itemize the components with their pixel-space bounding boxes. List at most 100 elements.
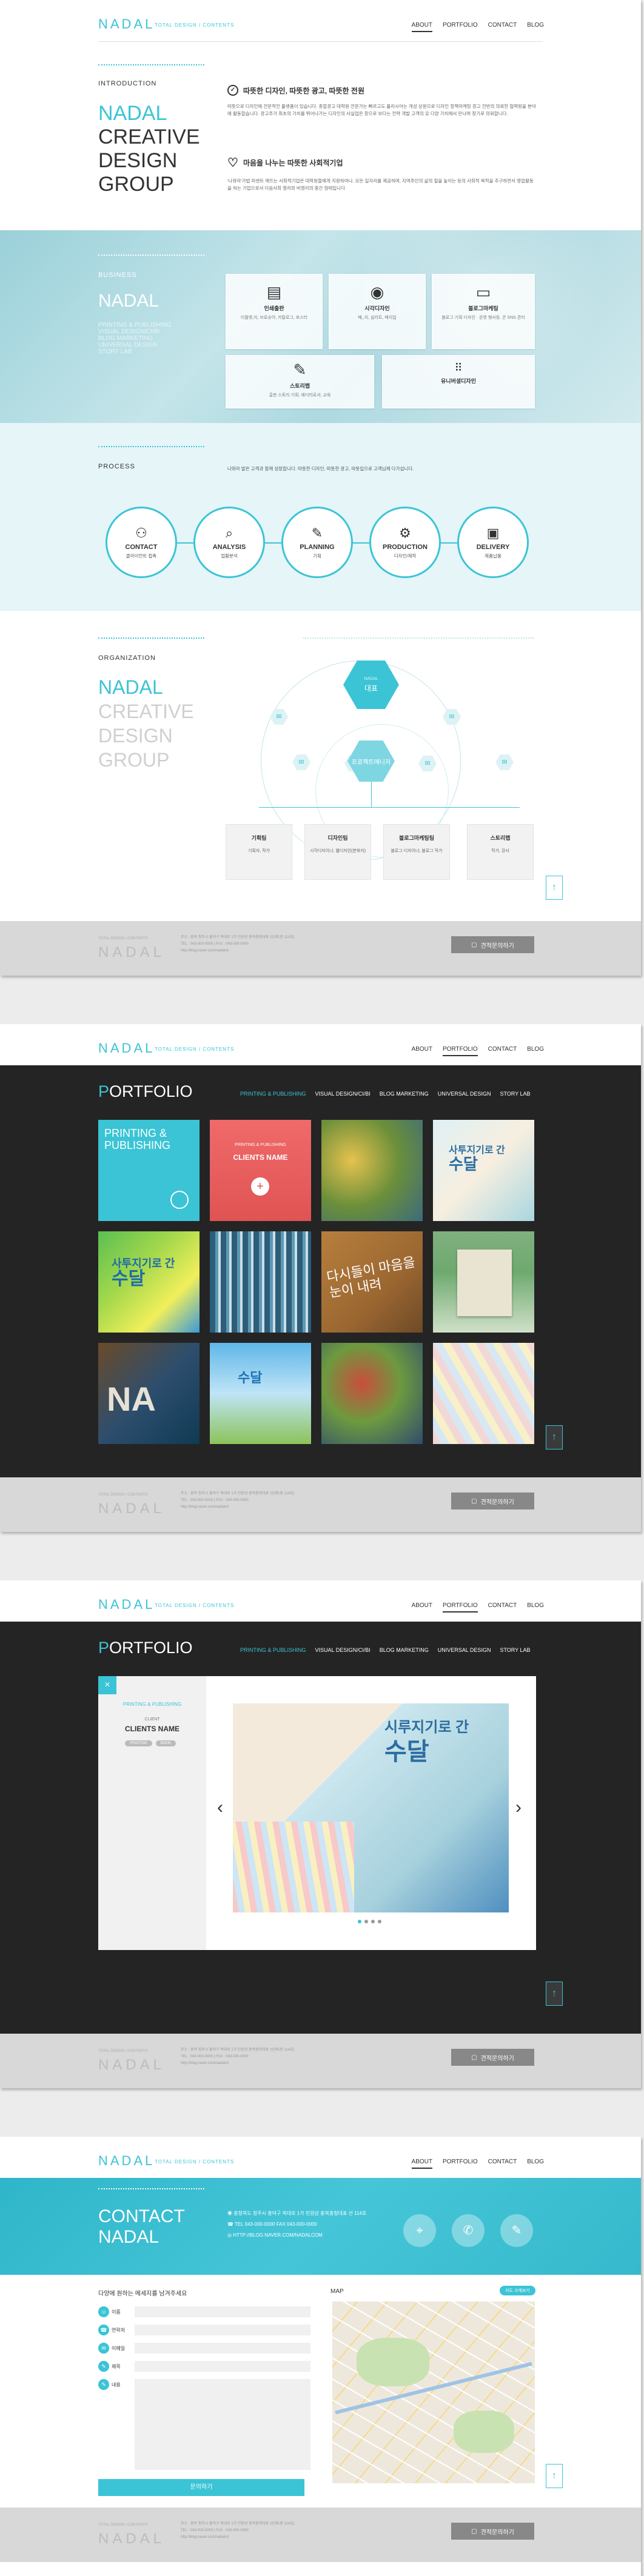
detail-tag[interactable]: PRINTING: [125, 1740, 152, 1746]
phone-icon: ☎: [227, 2222, 235, 2227]
slide-dot[interactable]: [371, 1920, 375, 1923]
category-tab[interactable]: PRINTING & PUBLISHING: [240, 1647, 306, 1653]
quote-button[interactable]: ▢ 견적문의하기: [451, 2049, 534, 2066]
nav-blog[interactable]: BLOG: [527, 2158, 544, 2169]
blog-button[interactable]: ✎: [500, 2214, 533, 2247]
nav-blog[interactable]: BLOG: [527, 1046, 544, 1056]
form-label: 연락처: [112, 2328, 126, 2333]
quote-button[interactable]: ▢ 견적문의하기: [451, 1493, 534, 1509]
step-title: PRODUCTION: [383, 544, 428, 551]
quote-button-label: 견적문의하기: [480, 1499, 514, 1506]
category-tab[interactable]: UNIVERSAL DESIGN: [438, 1647, 491, 1653]
nav-contact[interactable]: CONTACT: [488, 2158, 517, 2169]
portfolio-tile[interactable]: 다시들이 마음을 눈이 내려: [321, 1231, 423, 1333]
portfolio-tile[interactable]: 수달: [210, 1343, 311, 1444]
nav-contact[interactable]: CONTACT: [488, 1602, 517, 1612]
nav-about[interactable]: ABOUT: [411, 22, 432, 32]
footer-logo: NADAL: [98, 1500, 166, 1517]
slide-dot[interactable]: [358, 1920, 361, 1923]
quote-button-label: 견적문의하기: [480, 2055, 514, 2062]
scroll-top-button[interactable]: ↑: [546, 2464, 563, 2488]
process-step-planning: ✎ PLANNING 기획: [281, 507, 353, 578]
contact-info: ◉ 충청북도 청주시 흥덕구 복대로 1가 민원상 충북충청대표 선 114호 …: [227, 2208, 366, 2241]
category-tab[interactable]: BLOG MARKETING: [380, 1647, 429, 1653]
phone-input[interactable]: [135, 2325, 310, 2335]
feature-tile[interactable]: PRINTING & PUBLISHING: [98, 1120, 200, 1221]
nav-portfolio[interactable]: PORTFOLIO: [443, 2158, 478, 2169]
site-footer: TOTAL DESIGN / CONTENTS NADAL 주소 : 충북 청주…: [0, 2034, 641, 2088]
scroll-top-button[interactable]: ↑: [546, 1425, 563, 1449]
portfolio-tile[interactable]: 사투지기로 간 수달: [433, 1120, 534, 1221]
detail-tag[interactable]: BOOK: [155, 1740, 176, 1746]
nav-contact[interactable]: CONTACT: [488, 22, 517, 32]
footer-address: 주소 : 충북 청주시 흥덕구 복대로 1가 민원상 충북충청대표 선(제1층 …: [181, 2048, 295, 2052]
portfolio-band: [0, 1065, 641, 1477]
site-logo[interactable]: NADAL: [98, 1597, 155, 1612]
business-card-visual[interactable]: ◉ 시각디자인 패,,지, 실리트, 매지업: [329, 274, 426, 349]
nav-blog[interactable]: BLOG: [527, 22, 544, 32]
step-desc: 디자인/제작: [394, 553, 417, 559]
category-tab[interactable]: VISUAL DESIGN/CI/BI: [315, 1091, 371, 1097]
category-tab[interactable]: STORY LAB: [500, 1091, 530, 1097]
map-pin-button[interactable]: ⌖: [403, 2214, 436, 2247]
nav-about[interactable]: ABOUT: [412, 1602, 432, 1612]
close-icon[interactable]: ×: [98, 1676, 116, 1694]
call-button[interactable]: ✆: [452, 2214, 485, 2247]
portfolio-tile[interactable]: [433, 1231, 534, 1333]
portfolio-tile[interactable]: [433, 1343, 534, 1444]
next-arrow-icon[interactable]: ›: [515, 1797, 522, 1818]
message-textarea[interactable]: [135, 2379, 310, 2470]
site-header: NADAL TOTAL DESIGN / CONTENTS ABOUT PORT…: [0, 1580, 641, 1622]
wave-divider: [98, 637, 204, 641]
nav-blog[interactable]: BLOG: [527, 1602, 544, 1612]
footer-tagline: TOTAL DESIGN / CONTENTS: [98, 2049, 148, 2053]
business-card-print[interactable]: ▤ 인쇄출판 리플렛,지, 브로슈어, 카탈로그, 포스터: [226, 274, 323, 349]
category-tab[interactable]: STORY LAB: [500, 1647, 530, 1653]
nav-portfolio[interactable]: PORTFOLIO: [443, 1602, 478, 1612]
nav-about[interactable]: ABOUT: [411, 2158, 432, 2169]
email-input[interactable]: [135, 2343, 310, 2354]
site-logo[interactable]: NADAL: [98, 2153, 155, 2169]
subject-input[interactable]: [135, 2361, 310, 2372]
footer-logo: NADAL: [98, 944, 166, 960]
wave-divider: [303, 637, 534, 641]
category-tab[interactable]: PRINTING & PUBLISHING: [240, 1091, 306, 1097]
site-logo[interactable]: NADAL: [98, 16, 155, 32]
category-tab[interactable]: VISUAL DESIGN/CI/BI: [315, 1647, 371, 1653]
scroll-top-button[interactable]: ↑: [546, 1982, 563, 2006]
slide-dot[interactable]: [364, 1920, 368, 1923]
nav-about[interactable]: ABOUT: [412, 1046, 432, 1056]
intro-block-design: ✓ 따뜻한 디자인, 따뜻한 광고, 따뜻한 전원 따뜻으로 디자인에 전문적인 …: [227, 85, 537, 118]
pencil-icon: ✎: [511, 2224, 522, 2237]
portfolio-tile[interactable]: [210, 1231, 311, 1333]
business-card-universal[interactable]: ⠿ 유니버셜디자인: [382, 355, 535, 408]
footer-info: 주소 : 충북 청주시 흥덕구 복대로 1가 민원상 충북충청대표 선(제1층 …: [181, 2521, 295, 2541]
portfolio-tile[interactable]: 사투지기로 간 수달: [98, 1231, 200, 1333]
site-logo[interactable]: NADAL: [98, 1040, 155, 1056]
submit-button[interactable]: 문의하기: [98, 2479, 304, 2496]
calendar-image: [457, 1250, 512, 1316]
step-desc: 기획: [313, 553, 321, 559]
map-view[interactable]: [332, 2301, 535, 2483]
category-tab[interactable]: UNIVERSAL DESIGN: [438, 1091, 491, 1097]
business-card-blog[interactable]: ▭ 블로그마케팅 블로그 기획 디자인 · 운영 행사등, 콘 SNS 관리: [432, 274, 535, 349]
portfolio-tile-hover[interactable]: PRINTING & PUBLISHING CLIENTS NAME +: [210, 1120, 311, 1221]
category-tab[interactable]: BLOG MARKETING: [380, 1091, 429, 1097]
portfolio-tile[interactable]: NA: [98, 1343, 200, 1444]
nav-contact[interactable]: CONTACT: [488, 1046, 517, 1056]
map-enlarge-button[interactable]: 지도 크게보기: [500, 2286, 535, 2295]
nav-portfolio[interactable]: PORTFOLIO: [443, 22, 478, 32]
quote-button[interactable]: ▢ 견적문의하기: [451, 2523, 534, 2540]
detail-book-line: 수달: [384, 1739, 429, 1765]
people-icon: ⚇: [135, 525, 147, 541]
name-input[interactable]: [135, 2306, 310, 2317]
portfolio-tile[interactable]: [321, 1120, 423, 1221]
portfolio-tile[interactable]: [321, 1343, 423, 1444]
prev-arrow-icon[interactable]: ‹: [217, 1797, 223, 1818]
nav-portfolio[interactable]: PORTFOLIO: [443, 1046, 478, 1056]
quote-button[interactable]: ▢ 견적문의하기: [451, 936, 534, 953]
scroll-top-button[interactable]: ↑: [546, 876, 563, 900]
business-card-story[interactable]: ✎ 스토리랩 출판 스토리 기획, 에디터로서, 교육: [226, 355, 374, 408]
slide-dot[interactable]: [378, 1920, 381, 1923]
contact-url-text[interactable]: HTTP://BLOG.NAVER.COM/NADALCOM: [233, 2232, 322, 2238]
